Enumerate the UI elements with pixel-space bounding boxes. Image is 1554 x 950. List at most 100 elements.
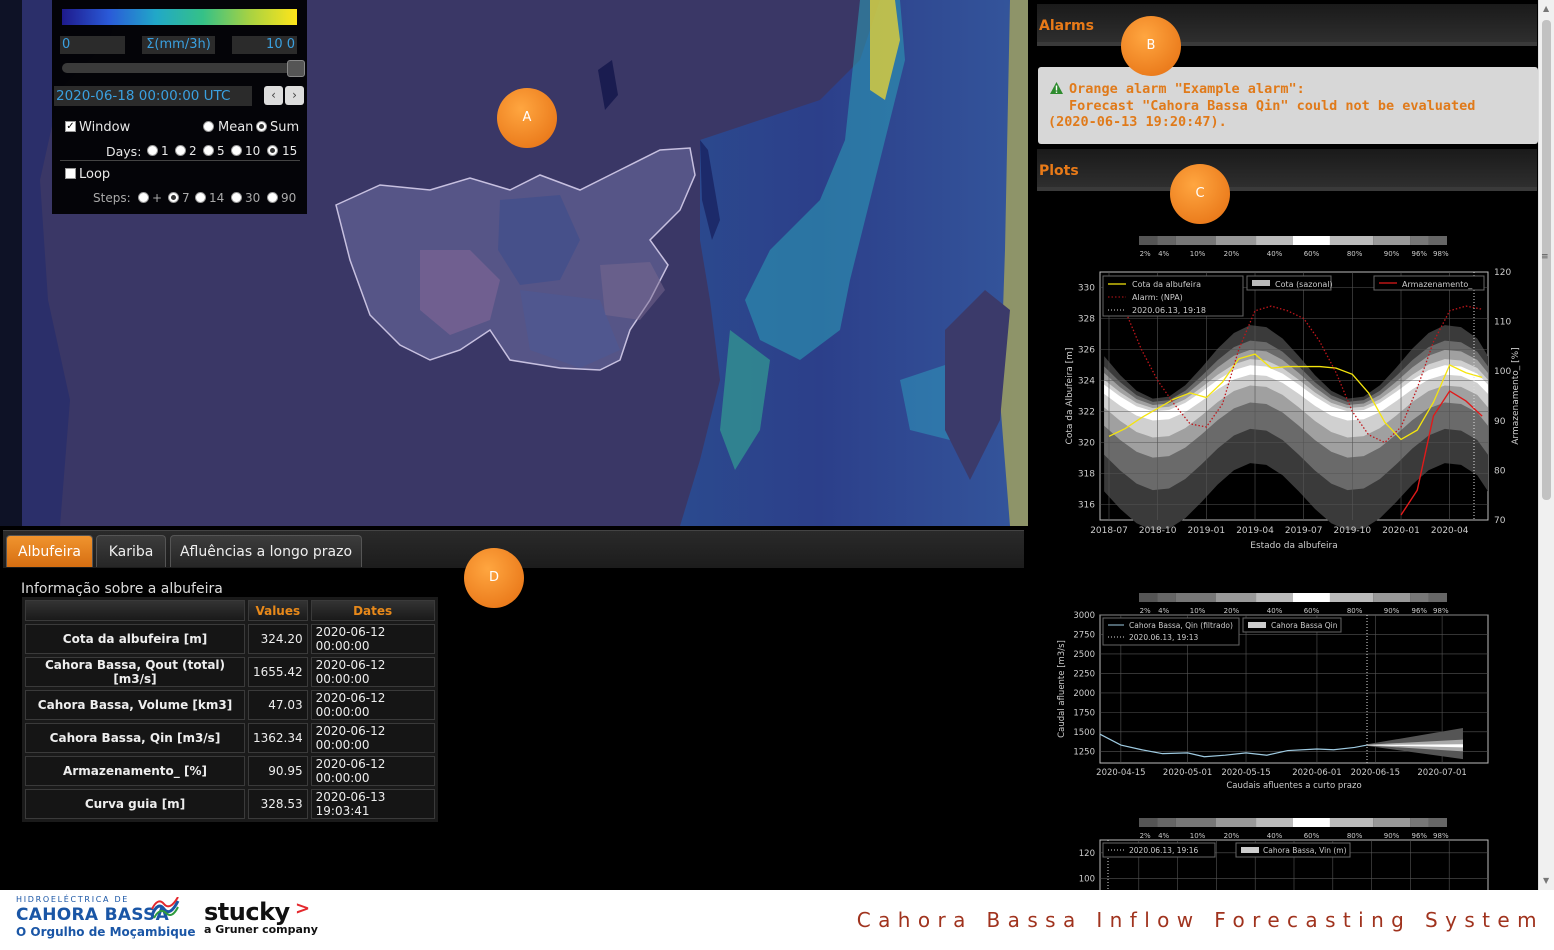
min-value-field[interactable]: 0 xyxy=(60,36,125,54)
marker-a: A xyxy=(497,88,557,148)
y-tick-label: 320 xyxy=(1078,439,1095,449)
prev-time-button[interactable]: ‹ xyxy=(264,86,283,105)
prob-bar-segment xyxy=(1175,818,1216,827)
plots-heading: Plots xyxy=(1039,163,1079,179)
prob-bar-segment xyxy=(1256,593,1293,602)
window-label: Window xyxy=(79,120,131,135)
legend-label: Armazenamento_ xyxy=(1402,280,1473,289)
alarm-message: Orange alarm "Example alarm": Forecast "… xyxy=(1038,67,1538,144)
legend-label: Cahora Bassa Qin xyxy=(1271,621,1338,630)
mean-radio[interactable] xyxy=(203,121,214,132)
x-tick-label: 2019-01 xyxy=(1188,526,1226,536)
prob-bar-label: 10% xyxy=(1190,832,1206,840)
steps-radio-plus[interactable] xyxy=(138,192,149,203)
prob-bar-label: 90% xyxy=(1384,250,1400,258)
y-tick-label: 316 xyxy=(1078,501,1095,511)
steps-radio-14[interactable] xyxy=(195,192,206,203)
prob-bar-label: 10% xyxy=(1190,250,1206,258)
scroll-down-icon[interactable]: ▼ xyxy=(1543,876,1549,885)
prob-bar-label: 20% xyxy=(1224,250,1240,258)
prob-bar-segment xyxy=(1139,236,1158,245)
steps-option-30: 30 xyxy=(245,191,261,205)
row-value: 90.95 xyxy=(248,756,308,786)
steps-radio-7[interactable] xyxy=(168,192,179,203)
loop-checkbox[interactable] xyxy=(65,168,76,179)
row-name: Cota da albufeira [m] xyxy=(25,624,245,654)
max-value-field[interactable]: 10 0 xyxy=(232,36,297,54)
prob-bar-label: 4% xyxy=(1158,832,1169,840)
y-tick-label: 326 xyxy=(1078,346,1095,356)
prob-bar-segment xyxy=(1157,818,1176,827)
x-tick-label: 2020-04-15 xyxy=(1096,768,1145,778)
days-label: Days: xyxy=(106,144,142,159)
table-row: Curva guia [m] 328.53 2020-06-13 19:03:41 xyxy=(25,789,435,819)
scroll-up-icon[interactable]: ▲ xyxy=(1543,4,1549,13)
time-slider-handle[interactable] xyxy=(287,60,305,77)
prob-bar-segment xyxy=(1428,818,1447,827)
row-value: 1362.34 xyxy=(248,723,308,753)
prob-bar-segment xyxy=(1428,593,1447,602)
steps-radio-30[interactable] xyxy=(231,192,242,203)
prob-bar-segment xyxy=(1216,236,1257,245)
marker-d: D xyxy=(464,548,524,608)
prob-bar-segment xyxy=(1410,818,1429,827)
window-checkbox[interactable]: ✓ xyxy=(65,121,76,132)
prob-bar-segment xyxy=(1329,818,1374,827)
row-value: 1655.42 xyxy=(248,657,308,687)
row-name: Armazenamento_ [%] xyxy=(25,756,245,786)
prob-bar-label: 96% xyxy=(1411,832,1427,840)
legend-swatch xyxy=(1241,847,1259,853)
steps-radio-90[interactable] xyxy=(267,192,278,203)
days-radio-15[interactable] xyxy=(267,145,278,156)
next-time-button[interactable]: › xyxy=(285,86,304,105)
y-tick-label: 322 xyxy=(1078,408,1095,418)
table-row: Cahora Bassa, Volume [km3] 47.03 2020-06-1… xyxy=(25,690,435,720)
days-radio-5[interactable] xyxy=(203,145,214,156)
days-option-5: 5 xyxy=(217,144,225,158)
prob-bar-label: 98% xyxy=(1433,607,1449,615)
row-value: 47.03 xyxy=(248,690,308,720)
legend-label: 2020.06.13, 19:18 xyxy=(1132,306,1206,315)
row-name: Curva guia [m] xyxy=(25,789,245,819)
x-tick-label: 2019-07 xyxy=(1285,526,1323,536)
prob-bar-segment xyxy=(1373,236,1411,245)
prob-bar-segment xyxy=(1410,593,1429,602)
tab-kariba[interactable]: Kariba xyxy=(96,535,166,567)
prob-bar-label: 40% xyxy=(1267,250,1283,258)
days-radio-1[interactable] xyxy=(147,145,158,156)
prob-bar-segment xyxy=(1373,818,1411,827)
prob-bar-label: 98% xyxy=(1433,250,1449,258)
marker-b: B xyxy=(1121,16,1181,76)
days-radio-10[interactable] xyxy=(231,145,242,156)
prob-bar-segment xyxy=(1293,236,1330,245)
plots-section-header[interactable]: Plots xyxy=(1037,149,1537,191)
prob-bar-segment xyxy=(1256,818,1293,827)
datetime-field[interactable]: 2020-06-18 00:00:00 UTC xyxy=(54,86,252,106)
tab-afluencias-longo-prazo[interactable]: Afluências a longo prazo xyxy=(170,535,362,567)
table-row: Cota da albufeira [m] 324.20 2020-06-12 00… xyxy=(25,624,435,654)
legend-label: Alarm: (NPA) xyxy=(1132,293,1183,302)
mean-label: Mean xyxy=(218,120,254,135)
sum-radio[interactable] xyxy=(256,121,267,132)
map-view[interactable]: 0 Σ(mm/3h) 10 0 2020-06-18 00:00:00 UTC … xyxy=(0,0,1028,526)
loop-label: Loop xyxy=(79,167,111,182)
y-tick-label: 1250 xyxy=(1073,747,1095,757)
alarms-section-header[interactable]: Alarms xyxy=(1037,4,1537,46)
prob-bar-label: 80% xyxy=(1347,832,1363,840)
prob-bar-label: 96% xyxy=(1411,250,1427,258)
row-date: 2020-06-12 00:00:00 xyxy=(310,690,435,720)
x-tick-label: 2020-05-01 xyxy=(1163,768,1212,778)
scrollbar[interactable]: ▲ ≡ ▼ xyxy=(1538,0,1554,890)
info-table: Values Dates Cota da albufeira [m] 324.20… xyxy=(22,597,438,822)
prob-bar-segment xyxy=(1216,818,1257,827)
footer-tagline: Cahora Bassa Inflow Forecasting System xyxy=(856,908,1544,932)
info-title: Informação sobre a albufeira xyxy=(21,581,223,597)
days-radio-2[interactable] xyxy=(175,145,186,156)
prob-bar-segment xyxy=(1428,236,1447,245)
time-slider[interactable] xyxy=(62,63,305,73)
steps-label: Steps: xyxy=(93,191,131,205)
x-tick-label: 2020-06-01 xyxy=(1292,768,1341,778)
row-name: Cahora Bassa, Qout (total) [m3/s] xyxy=(25,657,245,687)
tab-albufeira[interactable]: Albufeira xyxy=(6,535,93,567)
prob-bar-label: 2% xyxy=(1140,832,1151,840)
